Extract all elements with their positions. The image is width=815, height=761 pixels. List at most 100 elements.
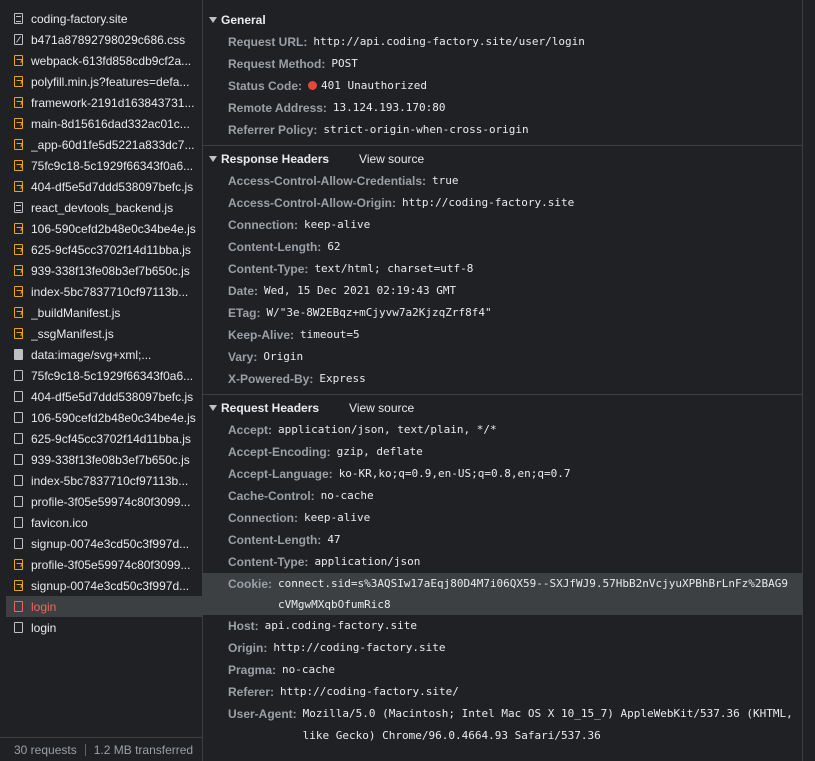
request-name: 106-590cefd2b48e0c34be4e.js [31, 221, 196, 236]
request-list-item[interactable]: signup-0074e3cd50c3f997d... [6, 533, 202, 554]
header-row[interactable]: Content-Type: text/html; charset=utf-8 [203, 258, 808, 280]
header-row[interactable]: Access-Control-Allow-Credentials: true [203, 170, 808, 192]
request-list-item[interactable]: 106-590cefd2b48e0c34be4e.js [6, 407, 202, 428]
request-list-item[interactable]: 625-9cf45cc3702f14d11bba.js [6, 239, 202, 260]
request-list-item[interactable]: 939-338f13fe08b3ef7b650c.js [6, 260, 202, 281]
header-row[interactable]: Referer: http://coding-factory.site/ [203, 681, 808, 703]
header-row[interactable]: Content-Length: 47 [203, 529, 808, 551]
header-row[interactable]: Cookie: connect.sid=s%3AQSIw17aEqj80D4M7i… [203, 573, 802, 615]
general-rows: Request URL: http://api.coding-factory.si… [203, 31, 808, 141]
header-row[interactable]: Accept-Encoding: gzip, deflate [203, 441, 808, 463]
request-headers-section-header[interactable]: Request Headers View source [203, 397, 808, 419]
request-list-item[interactable]: login [6, 617, 202, 638]
header-key: Content-Length: [228, 240, 322, 254]
request-list-item[interactable]: coding-factory.site [6, 8, 202, 29]
header-row[interactable]: Vary: Origin [203, 346, 808, 368]
header-value: gzip, deflate [336, 445, 423, 458]
general-section-title: General [221, 13, 266, 27]
request-list-item[interactable]: _buildManifest.js [6, 302, 202, 323]
script-icon [14, 55, 23, 66]
header-row[interactable]: Remote Address: 13.124.193.170:80 [203, 97, 808, 119]
request-list-item[interactable]: 939-338f13fe08b3ef7b650c.js [6, 449, 202, 470]
request-list-item[interactable]: webpack-613fd858cdb9cf2a... [6, 50, 202, 71]
header-key: Date: [228, 284, 259, 298]
status-error-dot-icon [308, 81, 318, 90]
header-row[interactable]: Keep-Alive: timeout=5 [203, 324, 808, 346]
status-divider [84, 743, 86, 756]
general-section-header[interactable]: General [203, 9, 808, 31]
request-list-item[interactable]: login [6, 596, 202, 617]
header-row[interactable]: Cache-Control: no-cache [203, 485, 808, 507]
header-value: keep-alive [304, 511, 371, 524]
request-list-item[interactable]: framework-2191d163843731... [6, 92, 202, 113]
header-value: api.coding-factory.site [264, 619, 417, 632]
header-row[interactable]: Connection: keep-alive [203, 214, 808, 236]
request-name: 404-df5e5d7ddd538097befc.js [31, 389, 194, 404]
request-name: 939-338f13fe08b3ef7b650c.js [31, 452, 190, 467]
script-icon [14, 139, 23, 150]
header-row[interactable]: Request URL: http://api.coding-factory.si… [203, 31, 808, 53]
file-icon [14, 601, 23, 612]
header-key: Vary: [228, 350, 258, 364]
header-value: 13.124.193.170:80 [332, 101, 446, 114]
request-list-item[interactable]: data:image/svg+xml;... [6, 344, 202, 365]
header-key: Accept-Encoding: [228, 445, 331, 459]
header-row[interactable]: Referrer Policy: strict-origin-when-cross… [203, 119, 808, 141]
header-key: Cookie: [228, 577, 273, 591]
header-key: Accept-Language: [228, 467, 333, 481]
header-row[interactable]: Connection: keep-alive [203, 507, 808, 529]
request-list-item[interactable]: 625-9cf45cc3702f14d11bba.js [6, 428, 202, 449]
file-icon [14, 454, 23, 465]
header-key: Pragma: [228, 663, 277, 677]
request-list-item[interactable]: _ssgManifest.js [6, 323, 202, 344]
script-icon [14, 97, 23, 108]
request-list-item[interactable]: 106-590cefd2b48e0c34be4e.js [6, 218, 202, 239]
header-row[interactable]: Content-Length: 62 [203, 236, 808, 258]
request-list-item[interactable]: main-8d15616dad332ac01c... [6, 113, 202, 134]
response-headers-section-header[interactable]: Response Headers View source [203, 148, 808, 170]
header-key: Connection: [228, 511, 298, 525]
request-list-item[interactable]: index-5bc7837710cf97113b... [6, 281, 202, 302]
request-view-source-link[interactable]: View source [349, 401, 414, 415]
request-list-item[interactable]: 404-df5e5d7ddd538097befc.js [6, 386, 202, 407]
file-icon [14, 622, 23, 633]
request-list-item[interactable]: 404-df5e5d7ddd538097befc.js [6, 176, 202, 197]
request-list-item[interactable]: react_devtools_backend.js [6, 197, 202, 218]
header-value: text/html; charset=utf-8 [314, 262, 474, 275]
header-key: Host: [228, 619, 259, 633]
request-list-item[interactable]: signup-0074e3cd50c3f997d... [6, 575, 202, 596]
header-row[interactable]: Accept-Language: ko-KR,ko;q=0.9,en-US;q=0… [203, 463, 808, 485]
request-list-item[interactable]: b471a87892798029c686.css [6, 29, 202, 50]
header-key: Content-Type: [228, 262, 309, 276]
header-row[interactable]: Content-Type: application/json [203, 551, 808, 573]
header-value: application/json, text/plain, */* [278, 423, 497, 436]
request-list-item[interactable]: 75fc9c18-5c1929f66343f0a6... [6, 365, 202, 386]
header-value: 47 [327, 533, 341, 546]
header-value: 62 [327, 240, 341, 253]
request-list-item[interactable]: polyfill.min.js?features=defa... [6, 71, 202, 92]
header-row[interactable]: Status Code: 401 Unauthorized [203, 75, 808, 97]
request-list-item[interactable]: 75fc9c18-5c1929f66343f0a6... [6, 155, 202, 176]
response-view-source-link[interactable]: View source [359, 152, 424, 166]
request-list-item[interactable]: profile-3f05e59974c80f3099... [6, 554, 202, 575]
header-row[interactable]: Access-Control-Allow-Origin: http://codin… [203, 192, 808, 214]
request-list-item[interactable]: _app-60d1fe5d5221a833dc7... [6, 134, 202, 155]
section-divider [203, 394, 802, 395]
header-row[interactable]: Origin: http://coding-factory.site [203, 637, 808, 659]
header-row[interactable]: User-Agent: Mozilla/5.0 (Macintosh; Intel… [203, 703, 808, 747]
request-list-item[interactable]: favicon.ico [6, 512, 202, 533]
header-row[interactable]: Accept: application/json, text/plain, */* [203, 419, 808, 441]
header-value: Mozilla/5.0 (Macintosh; Intel Mac OS X 1… [302, 707, 793, 742]
header-row[interactable]: ETag: W/"3e-8W2EBqz+mCjyvw7a2KjzqZrf8f4" [203, 302, 808, 324]
request-list-item[interactable]: index-5bc7837710cf97113b... [6, 470, 202, 491]
vertical-scrollbar[interactable] [802, 0, 808, 761]
header-row[interactable]: X-Powered-By: Express [203, 368, 808, 390]
request-list-item[interactable]: profile-3f05e59974c80f3099... [6, 491, 202, 512]
header-key: Remote Address: [228, 101, 327, 115]
header-row[interactable]: Request Method: POST [203, 53, 808, 75]
header-value: timeout=5 [300, 328, 360, 341]
header-key: Request URL: [228, 35, 308, 49]
header-row[interactable]: Date: Wed, 15 Dec 2021 02:19:43 GMT [203, 280, 808, 302]
header-row[interactable]: Host: api.coding-factory.site [203, 615, 808, 637]
header-row[interactable]: Pragma: no-cache [203, 659, 808, 681]
